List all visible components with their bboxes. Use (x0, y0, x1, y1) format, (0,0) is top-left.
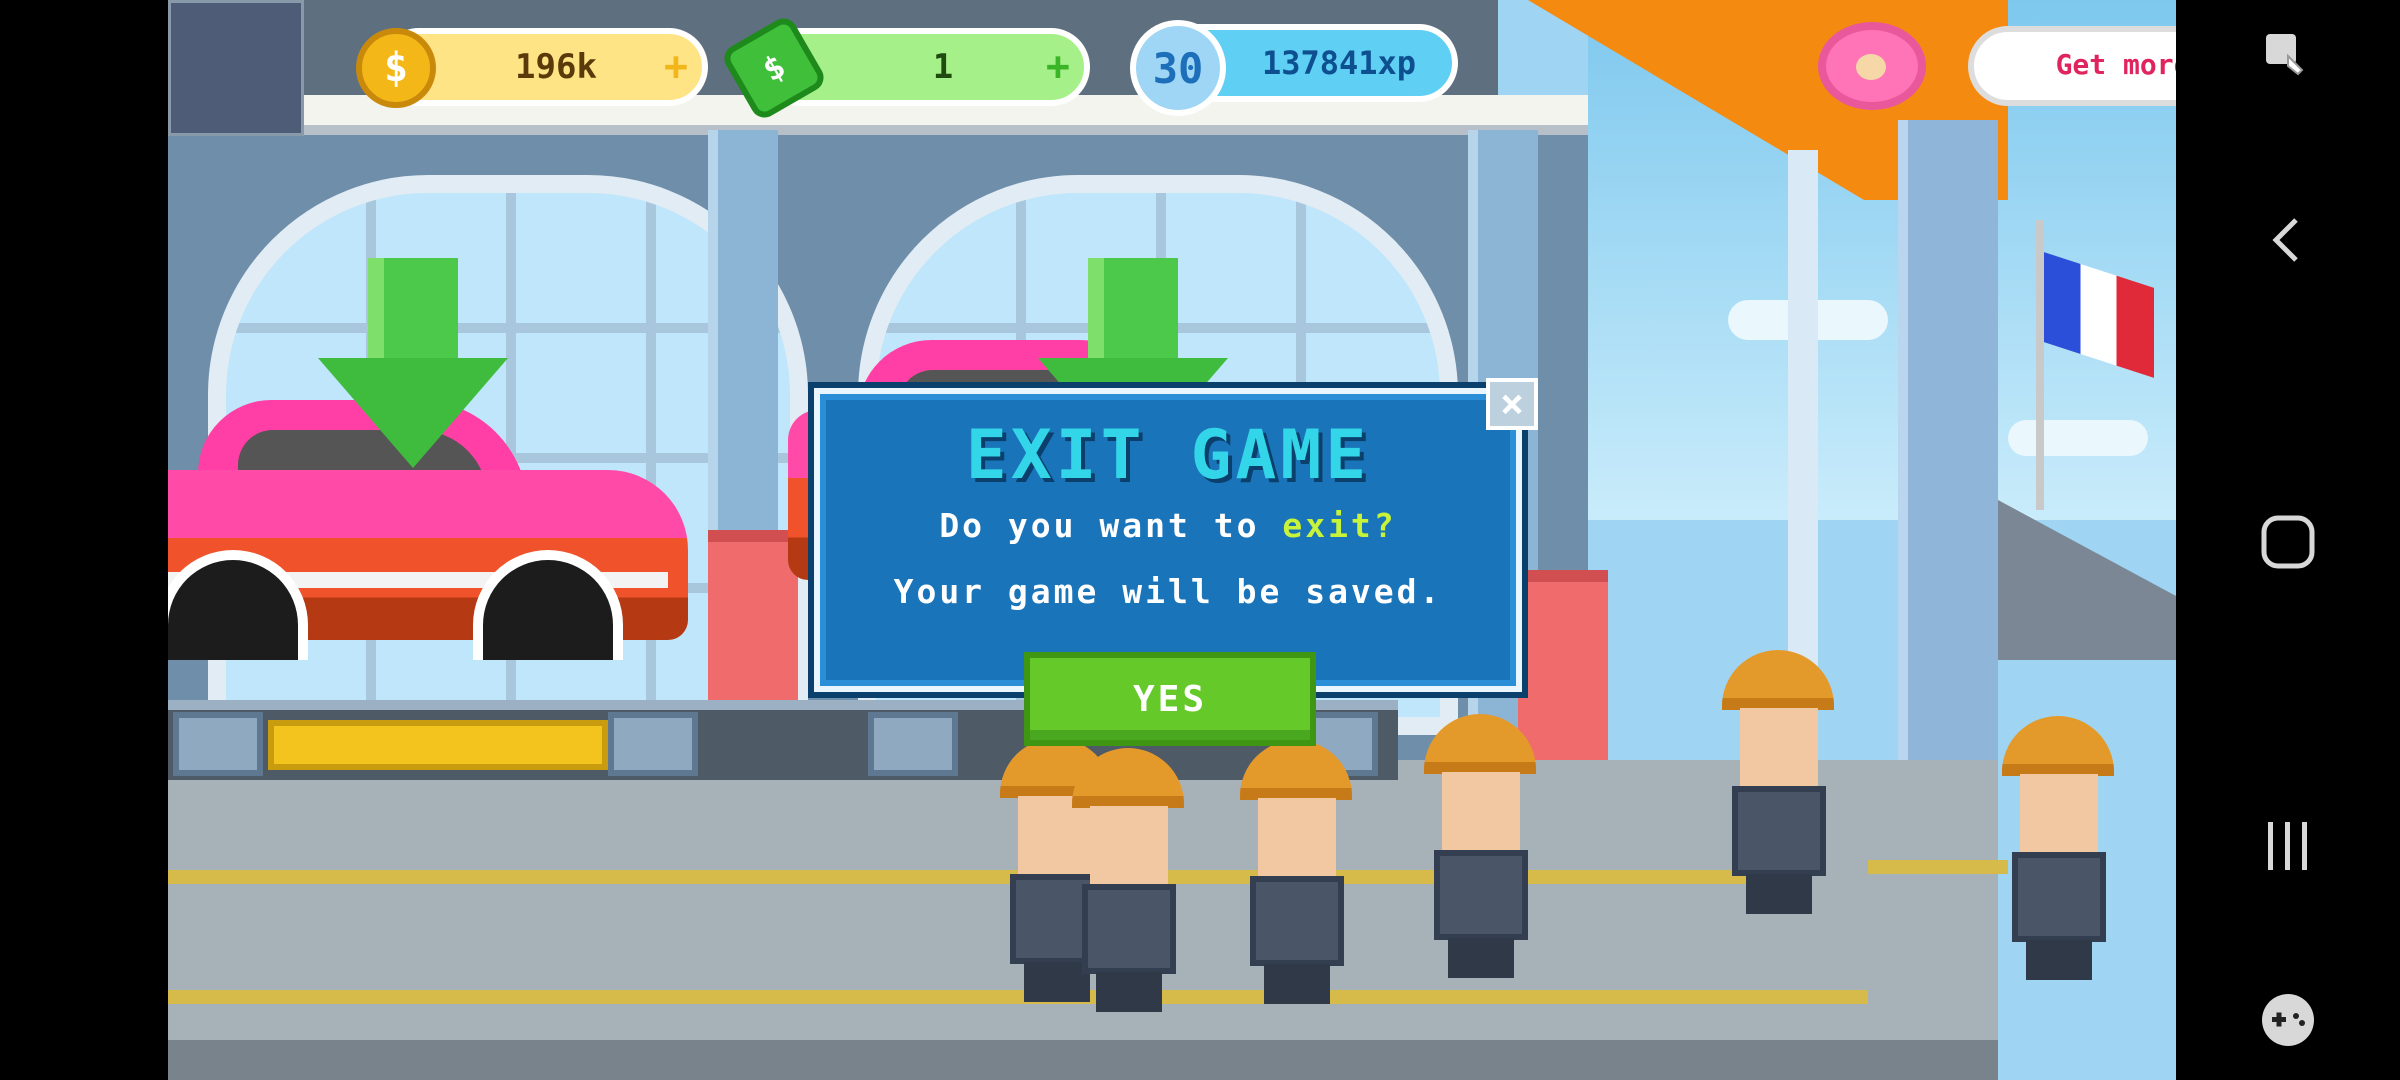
worker[interactable] (1420, 714, 1540, 984)
down-arrow-icon[interactable] (318, 258, 508, 478)
donut-icon (1818, 22, 1926, 110)
home-icon[interactable] (2176, 512, 2400, 572)
dialog-title: EXIT GAME (965, 416, 1371, 495)
conveyor-cart (608, 712, 698, 776)
game-viewport[interactable]: $ 196k + $ 1 + 30 137841xp Get more EXIT… (168, 0, 2176, 1080)
system-nav-bar (2176, 0, 2400, 1080)
cash-value: 1 (932, 47, 954, 87)
conveyor-cart (173, 712, 263, 776)
worker[interactable] (1068, 748, 1188, 1018)
conveyor-cart (868, 712, 958, 776)
dialog-question: Do you want to exit? (939, 506, 1397, 545)
coin-icon: $ (356, 28, 436, 108)
xp-counter: 30 137841xp (1130, 20, 1458, 116)
add-coins-button[interactable]: + (664, 44, 688, 90)
worker[interactable] (1236, 740, 1356, 1010)
coins-counter[interactable]: $ 196k + (356, 28, 708, 108)
dialog-subtext: Your game will be saved. (893, 572, 1443, 611)
back-icon[interactable] (2176, 210, 2400, 270)
ramp (1998, 500, 2176, 660)
level-badge-icon: 30 (1130, 20, 1226, 116)
cloud (2008, 420, 2148, 456)
get-more-button[interactable]: Get more (1818, 22, 2176, 110)
gamepad-icon[interactable] (2176, 990, 2400, 1050)
level-value: 30 (1152, 43, 1204, 93)
floor-edge (168, 1040, 1998, 1080)
yes-button[interactable]: YES (1024, 652, 1316, 746)
exit-dialog: EXIT GAME Do you want to exit? Your game… (808, 382, 1528, 698)
xp-value: 137841xp (1261, 44, 1417, 82)
close-icon[interactable]: × (1486, 378, 1538, 430)
left-letterbox (0, 0, 168, 1080)
cash-counter[interactable]: $ 1 + (719, 13, 1090, 123)
recents-icon[interactable] (2176, 816, 2400, 876)
flagpole (2036, 220, 2044, 510)
get-more-label: Get more (2055, 48, 2176, 81)
player-avatar[interactable] (168, 0, 304, 136)
screenshot-icon[interactable] (2176, 26, 2400, 86)
coins-value: 196k (515, 47, 597, 87)
worker[interactable] (1718, 650, 1838, 920)
add-cash-button[interactable]: + (1046, 44, 1070, 90)
floor-line (1868, 860, 2008, 874)
worker[interactable] (1998, 716, 2118, 986)
conveyor-lift (268, 720, 608, 770)
